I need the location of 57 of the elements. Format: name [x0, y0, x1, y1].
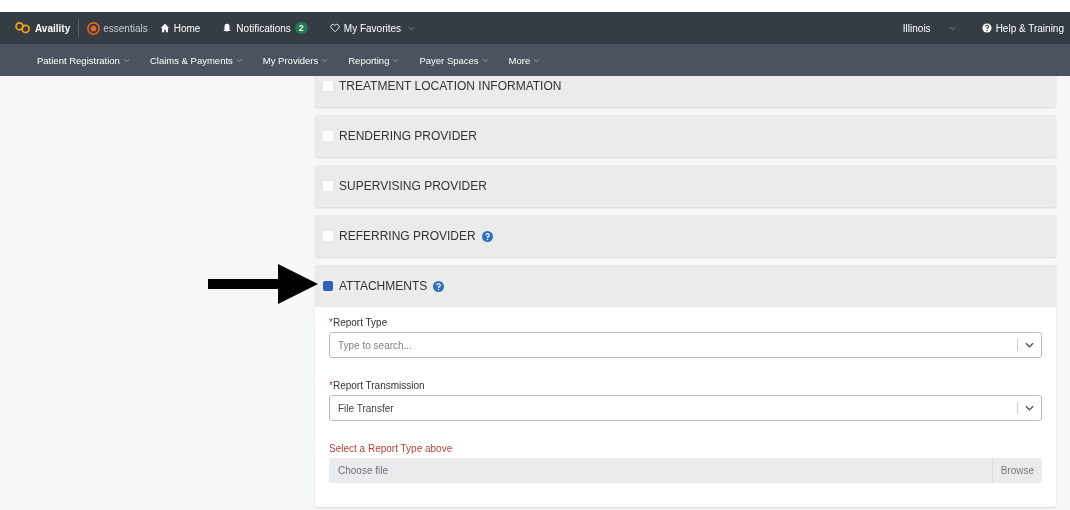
- bell-icon: [222, 23, 233, 33]
- section-title: SUPERVISING PROVIDER: [339, 179, 487, 193]
- product-name: essentials: [103, 22, 148, 34]
- select-field[interactable]: Type to search...: [329, 332, 1042, 358]
- section-checkbox[interactable]: [323, 281, 333, 291]
- nav-menu[interactable]: Patient Registration: [37, 54, 130, 66]
- required-marker: *: [329, 380, 333, 391]
- notifications-link[interactable]: Notifications 2: [222, 22, 308, 34]
- chevron-down-icon: [1025, 342, 1034, 348]
- section-header[interactable]: ATTACHMENTS: [315, 265, 1056, 307]
- caret-icon: [392, 57, 400, 63]
- section-title: RENDERING PROVIDER: [339, 129, 478, 143]
- error-message: Select a Report Type above: [329, 443, 454, 454]
- nav-menu[interactable]: Payer Spaces: [419, 54, 489, 66]
- home-icon: [159, 23, 170, 33]
- help-link[interactable]: Help & Training: [981, 22, 1064, 34]
- caret-icon: [408, 25, 416, 31]
- caret-icon: [533, 57, 541, 63]
- field-value: File Transfer: [338, 402, 394, 414]
- section-title: TREATMENT LOCATION INFORMATION: [339, 79, 562, 93]
- caret-icon: [948, 25, 956, 31]
- region-menu[interactable]: Illinois: [902, 22, 956, 34]
- home-link[interactable]: Home: [159, 22, 201, 34]
- caret-icon: [481, 57, 489, 63]
- field-placeholder: Choose file: [338, 465, 389, 476]
- section-header[interactable]: SUPERVISING PROVIDER: [315, 165, 1056, 207]
- section-header[interactable]: RENDERING PROVIDER: [315, 115, 1056, 157]
- notification-count: 2: [294, 22, 308, 34]
- favorites-menu[interactable]: My Favorites: [329, 22, 416, 34]
- help-icon[interactable]: [481, 230, 493, 242]
- product-logo[interactable]: essentials: [87, 21, 148, 35]
- nav-menu[interactable]: More: [508, 54, 541, 66]
- field-placeholder: Type to search...: [338, 339, 412, 351]
- help-icon: [981, 23, 992, 33]
- nav-menu[interactable]: Reporting: [348, 54, 400, 66]
- circle-logo-icon: [87, 21, 101, 35]
- chevron-down-icon: [1025, 405, 1034, 411]
- rings-logo-icon: [14, 21, 32, 35]
- nav-menu[interactable]: Claims & Payments: [149, 54, 243, 66]
- required-marker: *: [329, 317, 333, 328]
- brand-name: Availity: [35, 22, 71, 34]
- brand-logo[interactable]: Availity: [14, 21, 71, 35]
- section-header[interactable]: TREATMENT LOCATION INFORMATION: [315, 76, 1056, 107]
- nav-menu[interactable]: My Providers: [262, 54, 329, 66]
- browse-button[interactable]: Browse: [991, 458, 1042, 483]
- field-label: *Report Type: [329, 317, 389, 328]
- section-header[interactable]: REFERRING PROVIDER: [315, 215, 1056, 257]
- caret-icon: [122, 57, 130, 63]
- select-field[interactable]: File Transfer: [329, 395, 1042, 421]
- heart-icon: [329, 23, 340, 33]
- section-title: ATTACHMENTS: [339, 279, 428, 293]
- help-icon[interactable]: [433, 280, 445, 292]
- section-title: REFERRING PROVIDER: [339, 229, 476, 243]
- file-input[interactable]: Choose file Browse: [329, 458, 1042, 483]
- caret-icon: [321, 57, 329, 63]
- field-label: *Report Transmission: [329, 380, 426, 391]
- caret-icon: [235, 57, 243, 63]
